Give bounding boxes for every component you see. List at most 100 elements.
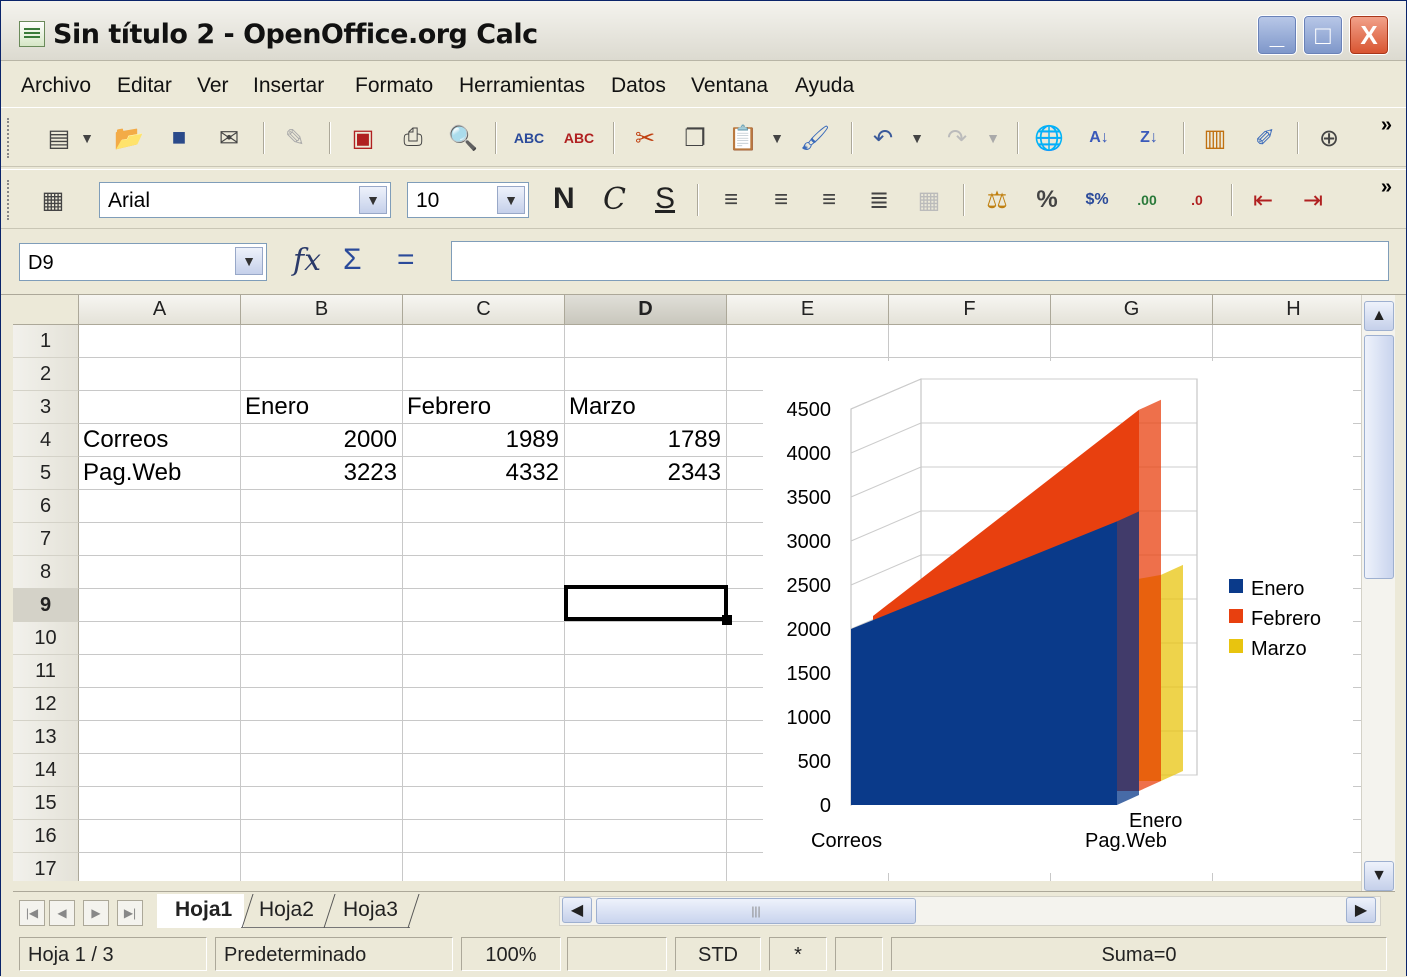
row-header-6[interactable]: 6 xyxy=(13,490,79,523)
column-header-a[interactable]: A xyxy=(79,295,241,325)
menu-ventana[interactable]: Ventana xyxy=(691,74,768,98)
sheet-tab-hoja2[interactable]: Hoja2 xyxy=(241,894,326,928)
row-header-9[interactable]: 9 xyxy=(13,589,79,622)
cell-d4[interactable]: 1789 xyxy=(565,426,721,454)
row-header-2[interactable]: 2 xyxy=(13,358,79,391)
chevron-down-icon[interactable]: ▼ xyxy=(359,186,387,214)
font-name-combo[interactable]: Arial ▼ xyxy=(99,182,391,218)
column-header-g[interactable]: G xyxy=(1051,295,1213,325)
add-decimal-icon[interactable]: .00 xyxy=(1131,184,1163,216)
row-header-13[interactable]: 13 xyxy=(13,721,79,754)
cell-a4[interactable]: Correos xyxy=(83,426,168,454)
justify-icon[interactable]: ≣ xyxy=(863,184,895,216)
italic-button[interactable]: C xyxy=(603,182,626,217)
sheet-tab-hoja3[interactable]: Hoja3 xyxy=(325,894,410,928)
find-binoculars-icon[interactable]: ⊕ xyxy=(1313,122,1345,154)
redo-icon[interactable]: ↷ xyxy=(941,122,973,154)
export-pdf-icon[interactable]: ▣ xyxy=(347,122,379,154)
redo-dropdown-icon[interactable]: ▼ xyxy=(983,122,1003,154)
menu-editar[interactable]: Editar xyxy=(117,74,172,98)
menu-herramientas[interactable]: Herramientas xyxy=(459,74,585,98)
vertical-scrollbar[interactable]: ▲ ▼ xyxy=(1361,295,1395,895)
column-header-d[interactable]: D xyxy=(565,295,727,325)
menu-archivo[interactable]: Archivo xyxy=(21,74,91,98)
column-header-f[interactable]: F xyxy=(889,295,1051,325)
sheet-tab-hoja1[interactable]: Hoja1 xyxy=(157,894,245,928)
vertical-scroll-thumb[interactable] xyxy=(1364,335,1394,579)
previous-sheet-icon[interactable]: ◀ xyxy=(49,900,75,926)
menu-formato[interactable]: Formato xyxy=(355,74,433,98)
autospellcheck-icon[interactable]: ABC xyxy=(563,122,595,154)
name-box[interactable]: D9 ▼ xyxy=(19,243,267,281)
maximize-button[interactable]: □ xyxy=(1303,15,1343,55)
column-header-h[interactable]: H xyxy=(1213,295,1361,325)
email-icon[interactable]: ✉ xyxy=(213,122,245,154)
toolbar-overflow-icon[interactable]: » xyxy=(1381,176,1392,199)
copy-icon[interactable]: ❐ xyxy=(679,122,711,154)
format-paintbrush-icon[interactable]: 🖌 xyxy=(799,122,831,154)
horizontal-scroll-thumb[interactable]: ||| xyxy=(596,898,916,924)
cell-b3[interactable]: Enero xyxy=(245,393,309,421)
close-button[interactable]: X xyxy=(1349,15,1389,55)
row-header-11[interactable]: 11 xyxy=(13,655,79,688)
menu-insertar[interactable]: Insertar xyxy=(253,74,324,98)
decrease-indent-icon[interactable]: ⇤ xyxy=(1247,184,1279,216)
toolbar-overflow-icon[interactable]: » xyxy=(1381,114,1392,137)
toolbar-grip[interactable] xyxy=(7,118,11,158)
status-zoom[interactable]: 100% xyxy=(461,937,561,971)
increase-indent-icon[interactable]: ⇥ xyxy=(1297,184,1329,216)
chevron-down-icon[interactable]: ▼ xyxy=(235,247,263,275)
active-cell-cursor[interactable] xyxy=(564,585,732,625)
status-page-style[interactable]: Predeterminado xyxy=(215,937,453,971)
open-folder-icon[interactable]: 📂 xyxy=(113,122,145,154)
row-header-14[interactable]: 14 xyxy=(13,754,79,787)
scroll-right-icon[interactable]: ▶ xyxy=(1346,897,1376,923)
scroll-left-icon[interactable]: ◀ xyxy=(562,897,592,923)
hyperlink-globe-icon[interactable]: 🌐 xyxy=(1033,122,1065,154)
merge-cells-icon[interactable]: ▦ xyxy=(913,184,945,216)
cell-b5[interactable]: 3223 xyxy=(241,459,397,487)
row-header-10[interactable]: 10 xyxy=(13,622,79,655)
cell-d3[interactable]: Marzo xyxy=(569,393,636,421)
cell-c3[interactable]: Febrero xyxy=(407,393,491,421)
sort-ascending-icon[interactable]: A↓ xyxy=(1083,122,1115,154)
paste-icon[interactable]: 📋 xyxy=(727,122,759,154)
bold-button[interactable]: N xyxy=(553,182,575,216)
function-icon[interactable]: = xyxy=(397,243,415,277)
status-signature[interactable] xyxy=(835,937,883,971)
undo-icon[interactable]: ↶ xyxy=(867,122,899,154)
delete-decimal-icon[interactable]: .0 xyxy=(1181,184,1213,216)
paste-dropdown-icon[interactable]: ▼ xyxy=(767,122,787,154)
first-sheet-icon[interactable]: |◀ xyxy=(19,900,45,926)
horizontal-scrollbar[interactable]: ◀ ||| ▶ xyxy=(559,896,1381,926)
new-dropdown-icon[interactable]: ▼ xyxy=(77,122,97,154)
column-header-e[interactable]: E xyxy=(727,295,889,325)
percent-format-icon[interactable]: % xyxy=(1031,184,1063,216)
row-header-5[interactable]: 5 xyxy=(13,457,79,490)
status-mode[interactable]: STD xyxy=(675,937,761,971)
print-icon[interactable]: ⎙ xyxy=(397,122,429,154)
cell-c4[interactable]: 1989 xyxy=(403,426,559,454)
column-header-c[interactable]: C xyxy=(403,295,565,325)
next-sheet-icon[interactable]: ▶ xyxy=(83,900,109,926)
sort-descending-icon[interactable]: Z↓ xyxy=(1133,122,1165,154)
new-document-icon[interactable]: ▤ xyxy=(43,122,75,154)
cut-icon[interactable]: ✂ xyxy=(629,122,661,154)
minimize-button[interactable]: _ xyxy=(1257,15,1297,55)
formula-input[interactable] xyxy=(451,241,1389,281)
show-draw-functions-icon[interactable]: ✐ xyxy=(1249,122,1281,154)
row-header-16[interactable]: 16 xyxy=(13,820,79,853)
row-header-3[interactable]: 3 xyxy=(13,391,79,424)
menu-datos[interactable]: Datos xyxy=(611,74,666,98)
row-header-1[interactable]: 1 xyxy=(13,325,79,358)
insert-chart-icon[interactable]: ▥ xyxy=(1199,122,1231,154)
select-all-corner[interactable] xyxy=(13,295,79,325)
underline-button[interactable]: S xyxy=(655,182,675,216)
cell-d5[interactable]: 2343 xyxy=(565,459,721,487)
row-header-7[interactable]: 7 xyxy=(13,523,79,556)
row-header-8[interactable]: 8 xyxy=(13,556,79,589)
chevron-down-icon[interactable]: ▼ xyxy=(497,186,525,214)
embedded-chart[interactable]: 0 500 1000 1500 2000 2500 3000 3500 4000 4500 Corr… xyxy=(763,361,1353,873)
align-left-icon[interactable]: ≡ xyxy=(715,184,747,216)
align-center-icon[interactable]: ≡ xyxy=(765,184,797,216)
